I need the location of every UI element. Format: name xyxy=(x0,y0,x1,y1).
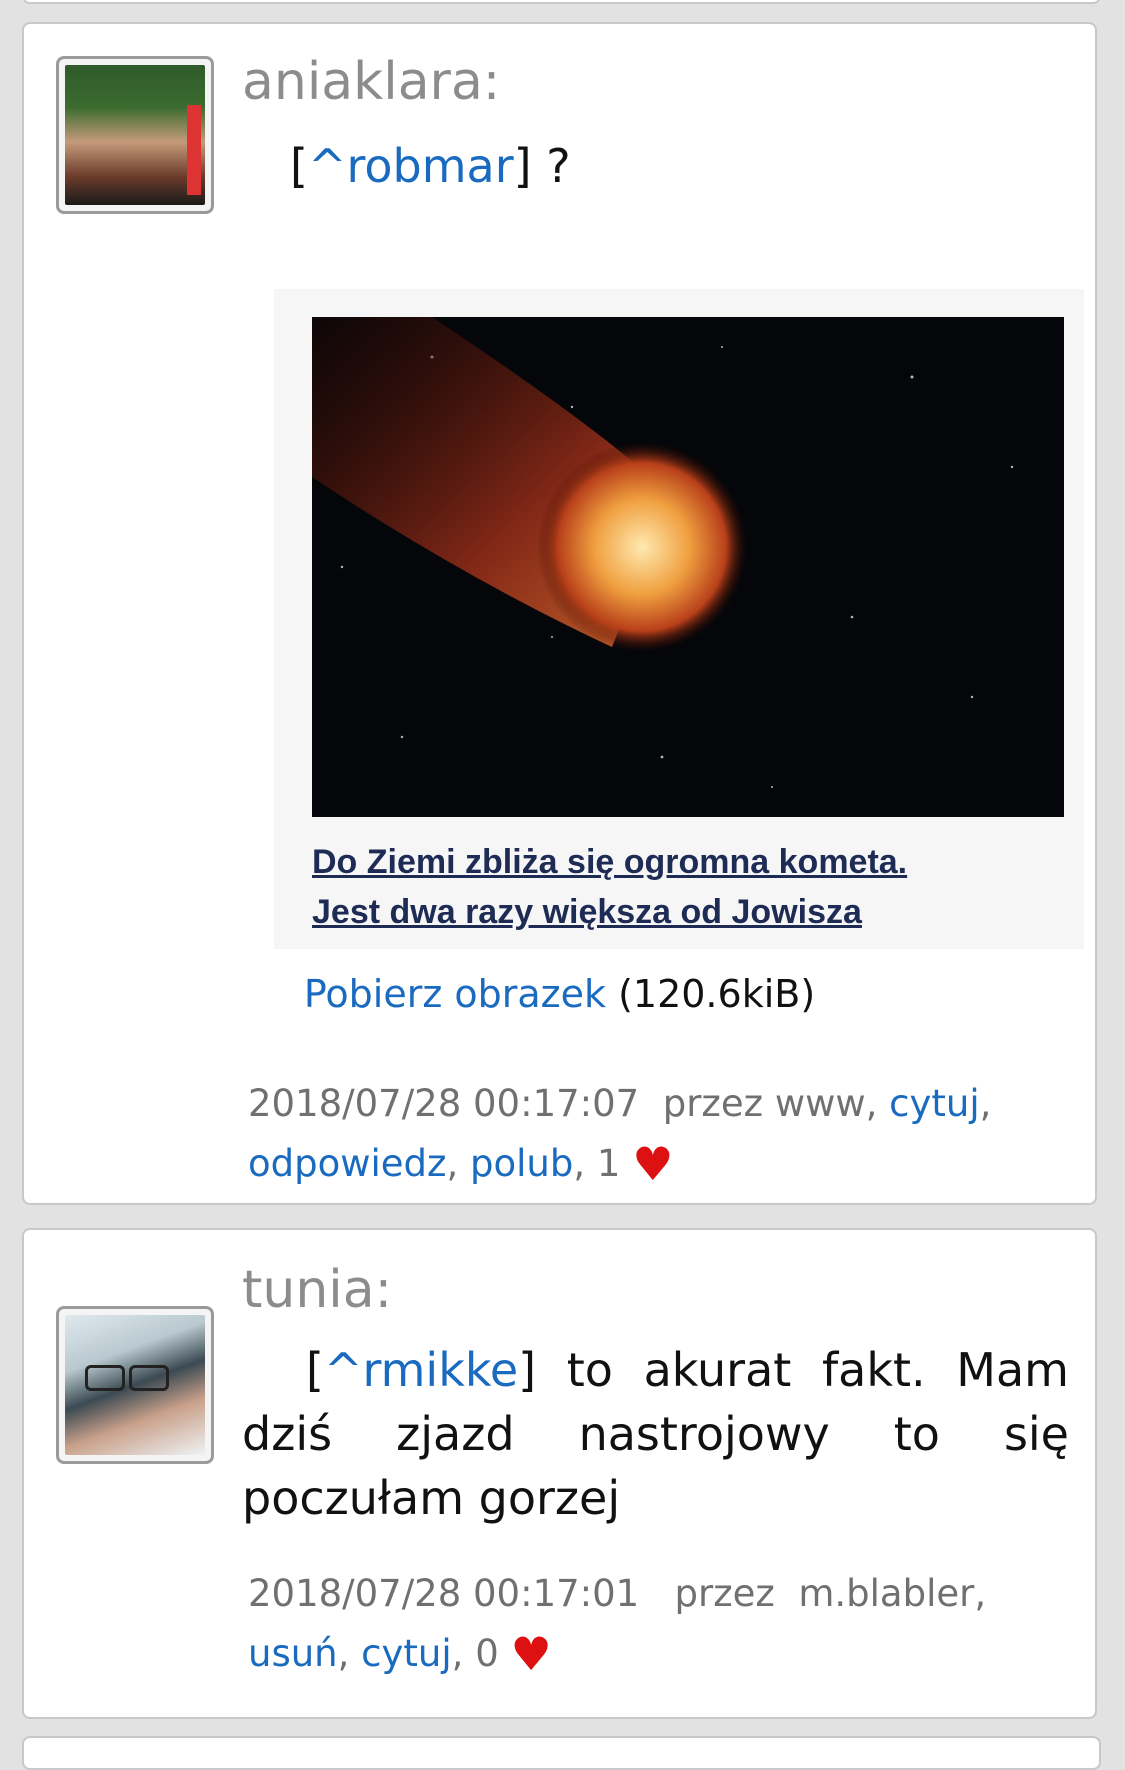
post-body: [^robmar] ? xyxy=(290,134,1069,198)
download-size: (120.6kiB) xyxy=(618,972,816,1016)
post-meta: 2018/07/28 00:17:01 przez m.blabler, usu… xyxy=(248,1572,987,1681)
quote-link[interactable]: cytuj xyxy=(889,1082,979,1125)
post-meta: 2018/07/28 00:17:07 przez www, cytuj, od… xyxy=(248,1082,992,1191)
heart-icon: ♥ xyxy=(510,1627,552,1681)
avatar-image xyxy=(65,1315,205,1455)
download-row: Pobierz obrazek (120.6kiB) xyxy=(24,972,1095,1016)
heart-icon: ♥ xyxy=(632,1137,674,1191)
like-link[interactable]: polub xyxy=(470,1142,573,1185)
post-timestamp: 2018/07/28 00:17:01 xyxy=(248,1572,640,1615)
post-card: tunia: [^rmikke] to akurat fakt. Mam dzi… xyxy=(22,1228,1097,1719)
mention-link[interactable]: ^robmar xyxy=(308,139,514,193)
delete-link[interactable]: usuń xyxy=(248,1632,338,1675)
mention-open-bracket: [ xyxy=(290,139,308,193)
like-count: 0 xyxy=(475,1632,499,1675)
reply-link[interactable]: odpowiedz xyxy=(248,1142,446,1185)
via-prefix: przez xyxy=(662,1082,764,1125)
via-prefix: przez xyxy=(674,1572,775,1615)
avatar[interactable] xyxy=(56,1306,214,1464)
next-post-card xyxy=(22,1736,1101,1770)
via-source: www xyxy=(774,1082,866,1125)
avatar[interactable] xyxy=(56,56,214,214)
post-author[interactable]: tunia: xyxy=(242,1260,392,1320)
embedded-image[interactable]: Do Ziemi zbliża się ogromna kometa. Jest… xyxy=(274,289,1084,949)
mention-open-bracket: [ xyxy=(306,1343,324,1397)
post-timestamp: 2018/07/28 00:17:07 xyxy=(248,1082,640,1125)
post-author[interactable]: aniaklara: xyxy=(242,52,500,112)
caption-line-2: Jest dwa razy większa od Jowisza xyxy=(312,893,862,931)
mention-close-bracket: ] xyxy=(513,139,532,193)
caption-line-1: Do Ziemi zbliża się ogromna kometa. xyxy=(312,843,908,881)
post-body: [^rmikke] to akurat fakt. Mam dziś zjazd… xyxy=(242,1338,1069,1530)
comet-image xyxy=(312,317,1064,817)
via-source: m.blabler xyxy=(798,1572,975,1615)
post-text: ? xyxy=(531,139,571,193)
image-caption: Do Ziemi zbliża się ogromna kometa. Jest… xyxy=(312,837,907,937)
mention-close-bracket: ] xyxy=(518,1343,537,1397)
download-image-link[interactable]: Pobierz obrazek xyxy=(304,972,606,1016)
quote-link[interactable]: cytuj xyxy=(361,1632,451,1675)
like-count: 1 xyxy=(596,1142,621,1185)
post-card: aniaklara: [^robmar] ? Do Ziemi zbliża s… xyxy=(22,22,1097,1205)
avatar-image xyxy=(65,65,205,205)
previous-post-card xyxy=(22,0,1101,4)
mention-link[interactable]: ^rmikke xyxy=(324,1343,518,1397)
